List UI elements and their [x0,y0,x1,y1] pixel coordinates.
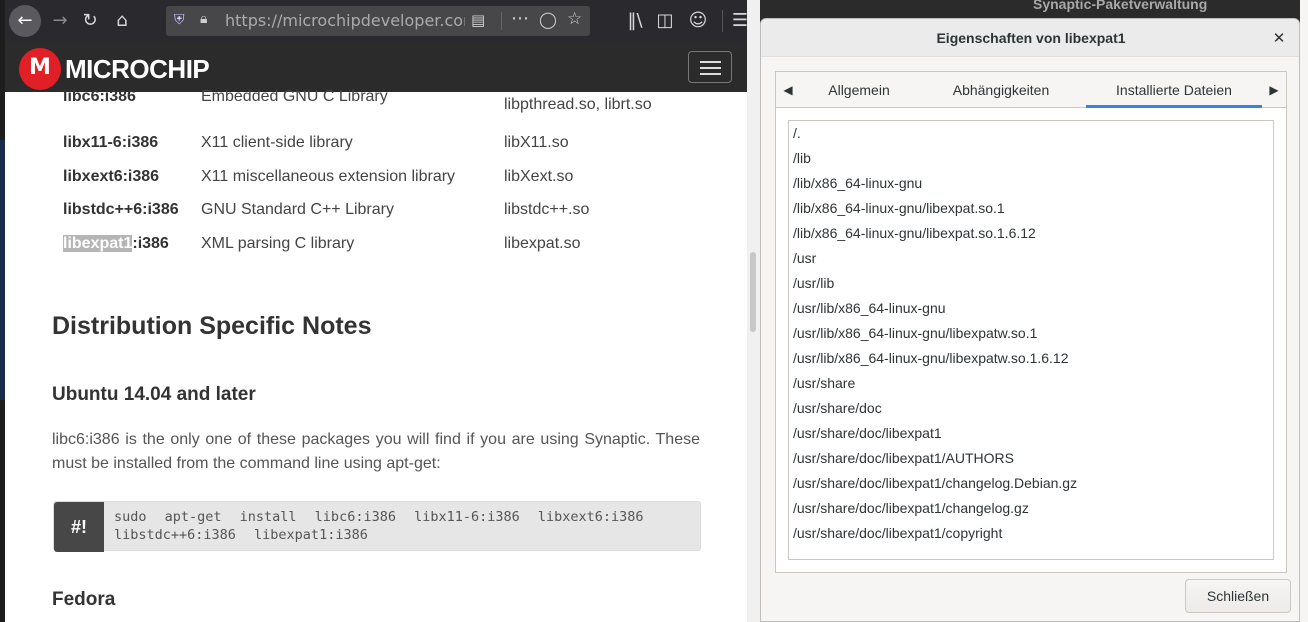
file-list-item[interactable]: /usr/share/doc/libexpat1/AUTHORS [793,446,1014,471]
browser-toolbar: ← → ↻ ⌂ ⛨ 🔒︎ https://microchipdeveloper.… [5,0,747,42]
file-list-item[interactable]: /lib [793,146,811,171]
file-list-item[interactable]: /usr/lib [793,271,834,296]
shebang-icon: #! [54,502,104,552]
address-bar[interactable]: ⛨ 🔒︎ https://microchipdeveloper.com/in ▤… [166,6,590,36]
package-name-suffix: :i386 [132,235,169,252]
package-name: libxext6:i386 [63,168,160,185]
package-description: XML parsing C library [201,235,355,252]
tracking-shield-icon[interactable]: ⛨ [174,12,185,28]
section-heading: Distribution Specific Notes [52,312,372,340]
highlighted-search-match: libexpat1 [63,235,133,252]
pocket-icon[interactable]: ◯ [539,10,557,29]
firefox-window: ← → ↻ ⌂ ⛨ 🔒︎ https://microchipdeveloper.… [5,0,747,622]
properties-dialog: Eigenschaften von libexpat1 ✕ ◀ Allgemei… [760,18,1300,622]
code-text[interactable]: sudo apt-get install libc6:i386 libx11-6… [114,508,694,544]
file-list-item[interactable]: /usr/lib/x86_64-linux-gnu [793,296,946,321]
tab-allgemein[interactable]: Allgemein [812,72,906,108]
nav-bar-line [700,73,721,75]
site-header: M MICROCHIP [5,42,747,92]
bookmark-star-icon[interactable]: ☆ [567,9,582,29]
package-files: libX11.so [504,134,569,151]
package-row: libstdc++6:i386 GNU Standard C++ Library… [5,201,747,225]
site-nav-toggle-button[interactable] [688,51,732,83]
nav-bar-line [700,67,721,69]
package-row: libxext6:i386 X11 miscellaneous extensio… [5,168,747,192]
file-list-item[interactable]: /lib/x86_64-linux-gnu/libexpat.so.1.6.12 [793,221,1036,246]
package-description: Embedded GNU C Library [201,88,388,105]
nav-bar-line [700,61,721,63]
code-block: #! sudo apt-get install libc6:i386 libx1… [53,501,701,552]
brand-name[interactable]: MICROCHIP [65,54,210,85]
forward-arrow-icon[interactable]: → [45,6,75,36]
package-description: X11 client-side library [201,134,353,151]
file-list-item[interactable]: /usr/lib/x86_64-linux-gnu/libexpatw.so.1… [793,346,1069,371]
package-row: libx11-6:i386 X11 client-side library li… [5,134,747,158]
package-row: libexpat1:i386 XML parsing C library lib… [5,235,747,259]
url-text[interactable]: https://microchipdeveloper.com/in [225,11,465,30]
file-list-item[interactable]: /usr/share/doc/libexpat1 [793,421,942,446]
file-list-item[interactable]: /usr/lib/x86_64-linux-gnu/libexpatw.so.1 [793,321,1037,346]
url-divider [501,12,502,30]
installed-files-list[interactable]: /./lib/lib/x86_64-linux-gnu/lib/x86_64-l… [788,120,1274,560]
back-arrow-icon[interactable]: ← [9,5,41,37]
close-icon[interactable]: ✕ [1269,19,1289,57]
paragraph: libc6:i386 is the only one of these pack… [52,431,700,472]
toolbar-divider [722,10,723,32]
file-list-item[interactable]: /usr/share/doc/libexpat1/changelog.Debia… [793,471,1077,496]
package-row: libc6:i386 Embedded GNU C Library libpth… [5,88,747,113]
dialog-notebook: ◀ Allgemein Abhängigkeiten Installierte … [775,71,1287,573]
page-content: libc6:i386 Embedded GNU C Library libpth… [5,88,747,622]
file-list-item[interactable]: /usr/share/doc/libexpat1/changelog.gz [793,496,1029,521]
lock-icon[interactable]: 🔒︎ [200,11,207,27]
close-button[interactable]: Schließen [1185,579,1291,613]
subsection-heading-fedora: Fedora [52,589,116,610]
package-name: libx11-6:i386 [63,134,159,151]
reader-view-icon[interactable]: ▤ [471,11,485,29]
package-files: libexpat.so [504,235,581,252]
tab-bar: ◀ Allgemein Abhängigkeiten Installierte … [776,72,1286,108]
synaptic-window-title: Synaptic-Paketverwaltung [1033,0,1208,12]
library-icon[interactable]: ‖\ [620,6,650,36]
page-actions-more-icon[interactable]: ⋯ [511,8,529,29]
dialog-title: Eigenschaften von libexpat1 [761,19,1299,57]
file-list-item[interactable]: /usr/share/doc/libexpat1/copyright [793,521,1002,546]
file-list-item[interactable]: /usr/share/doc [793,396,882,421]
tab-scroll-right-icon[interactable]: ▶ [1264,72,1284,108]
file-list-item[interactable]: /usr [793,246,816,271]
sidebar-toggle-icon[interactable]: ◫ [650,6,680,36]
file-list-item[interactable]: /. [793,121,801,146]
background-window-edge-right [1300,0,1308,622]
reload-icon[interactable]: ↻ [75,6,105,36]
package-name: libstdc++6:i386 [63,201,179,218]
file-list-item[interactable]: /lib/x86_64-linux-gnu/libexpat.so.1 [793,196,1005,221]
home-icon[interactable]: ⌂ [107,6,137,36]
microchip-logo-icon[interactable]: M [19,48,61,90]
tab-installierte-dateien[interactable]: Installierte Dateien [1086,72,1262,108]
file-list-item[interactable]: /lib/x86_64-linux-gnu [793,171,922,196]
file-list-item[interactable]: /usr/share [793,371,855,396]
subsection-heading-ubuntu: Ubuntu 14.04 and later [52,384,256,405]
package-description: X11 miscellaneous extension library [201,168,456,185]
tab-scroll-left-icon[interactable]: ◀ [778,72,798,108]
scrollbar-thumb[interactable] [750,252,756,332]
package-files: libXext.so [504,168,574,185]
account-icon[interactable]: ☺ [683,6,713,36]
package-description: GNU Standard C++ Library [201,201,394,218]
package-name: libexpat1:i386 [63,235,169,253]
package-name: libc6:i386 [63,88,136,105]
page-scrollbar[interactable] [747,0,760,622]
hamburger-menu-icon[interactable]: ☰ [725,6,747,36]
package-files: libstdc++.so [504,201,590,218]
tab-abhaengigkeiten[interactable]: Abhängigkeiten [936,72,1066,108]
package-files: libpthread.so, librt.so [504,96,652,113]
